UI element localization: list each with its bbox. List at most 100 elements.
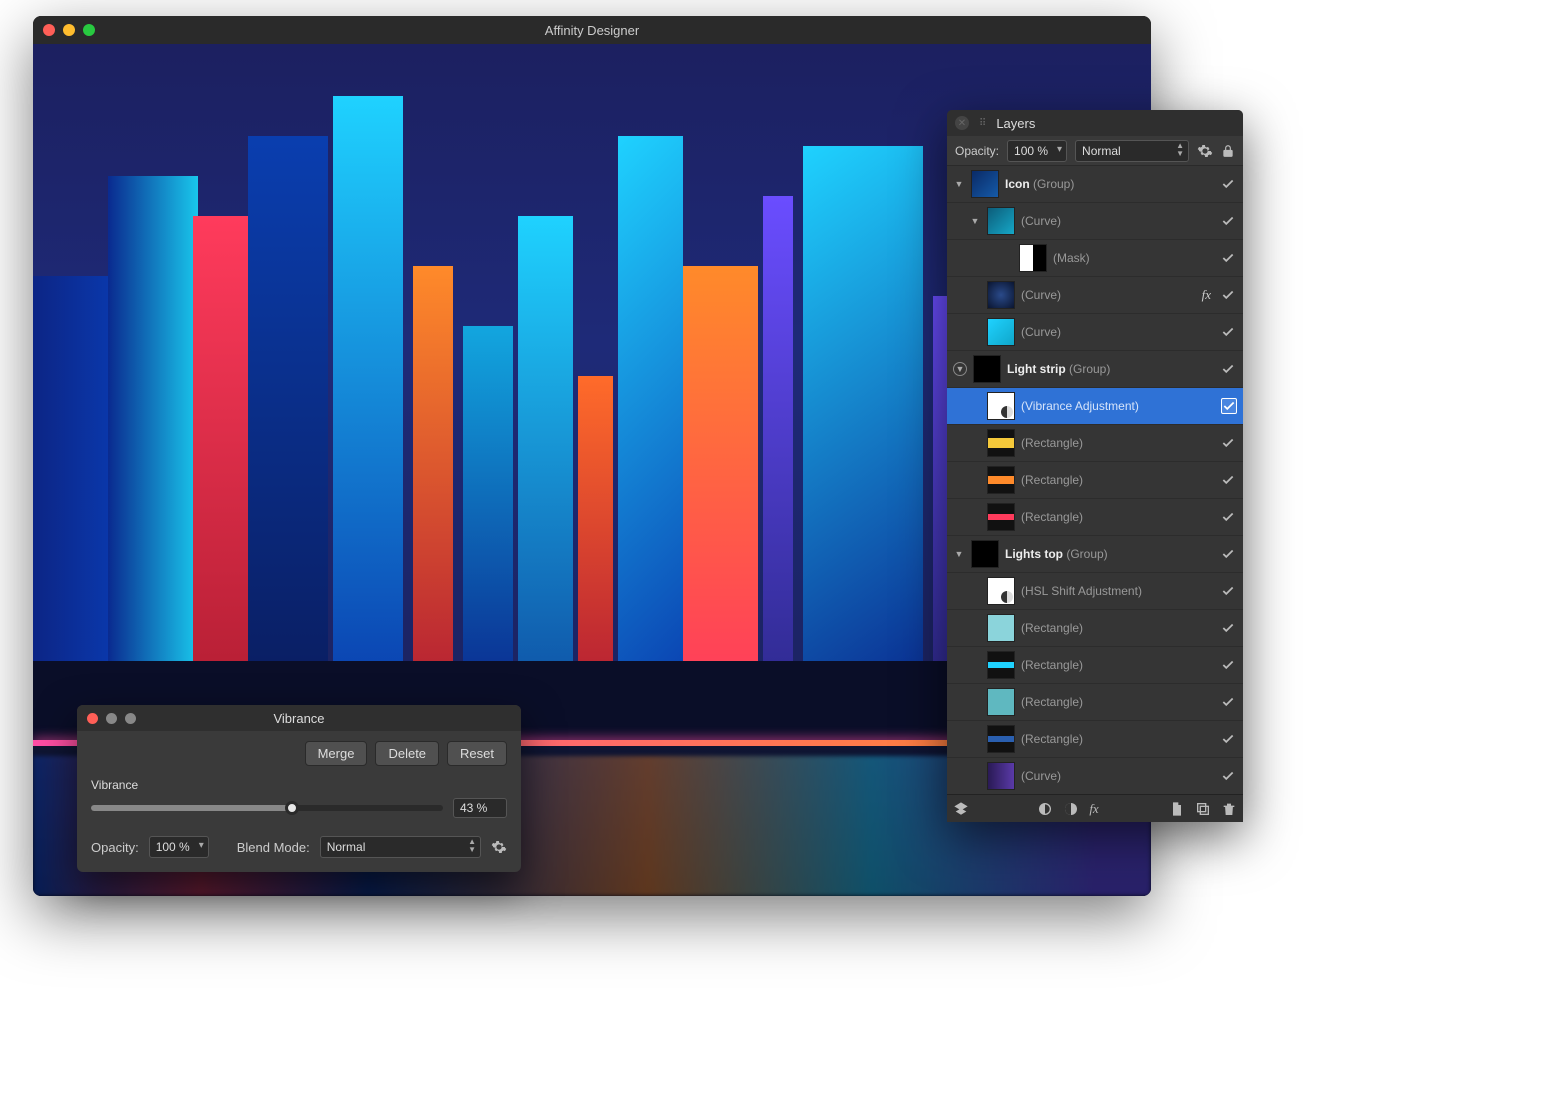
layer-row[interactable]: (Curve) bbox=[947, 758, 1243, 794]
panel-close-button[interactable] bbox=[87, 713, 98, 724]
disclosure-triangle-icon[interactable]: ▼ bbox=[953, 549, 965, 559]
visibility-checkbox[interactable] bbox=[1219, 656, 1237, 674]
layer-row[interactable]: ▼ Light strip (Group) bbox=[947, 351, 1243, 388]
panel-grip-icon[interactable]: ⠿ bbox=[979, 118, 986, 129]
window-minimize-button[interactable] bbox=[63, 24, 75, 36]
layer-row[interactable]: (Rectangle) bbox=[947, 425, 1243, 462]
new-file-icon[interactable] bbox=[1169, 801, 1185, 817]
visibility-checkbox[interactable] bbox=[1219, 767, 1237, 785]
gear-icon[interactable] bbox=[491, 839, 507, 855]
gear-icon[interactable] bbox=[1197, 143, 1213, 159]
layers-icon[interactable] bbox=[953, 801, 969, 817]
trash-icon[interactable] bbox=[1221, 801, 1237, 817]
visibility-checkbox[interactable] bbox=[1219, 508, 1237, 526]
layer-thumbnail[interactable] bbox=[971, 170, 999, 198]
visibility-checkbox[interactable] bbox=[1219, 471, 1237, 489]
layer-thumbnail[interactable] bbox=[987, 688, 1015, 716]
layer-thumbnail[interactable] bbox=[987, 725, 1015, 753]
reset-button[interactable]: Reset bbox=[447, 741, 507, 766]
slider-thumb[interactable] bbox=[285, 801, 299, 815]
layer-row[interactable]: ▼ Lights top (Group) bbox=[947, 536, 1243, 573]
layer-name[interactable]: (Rectangle) bbox=[1021, 510, 1213, 524]
visibility-checkbox[interactable] bbox=[1219, 286, 1237, 304]
layer-row[interactable]: (Curve)fx bbox=[947, 277, 1243, 314]
layer-name[interactable]: (Curve) bbox=[1021, 288, 1196, 302]
vibrance-blendmode-dropdown[interactable]: Normal ▲▼ bbox=[320, 836, 481, 858]
vibrance-panel[interactable]: Vibrance Merge Delete Reset Vibrance 43 … bbox=[77, 705, 521, 872]
layer-name[interactable]: (HSL Shift Adjustment) bbox=[1021, 584, 1213, 598]
layer-name[interactable]: (Rectangle) bbox=[1021, 732, 1213, 746]
layer-row[interactable]: ▼ Icon (Group) bbox=[947, 166, 1243, 203]
layer-row[interactable]: (Vibrance Adjustment) bbox=[947, 388, 1243, 425]
layer-name[interactable]: (Rectangle) bbox=[1021, 436, 1213, 450]
disclosure-triangle-icon[interactable]: ▼ bbox=[969, 216, 981, 226]
layer-thumbnail[interactable] bbox=[971, 540, 999, 568]
visibility-checkbox[interactable] bbox=[1219, 323, 1237, 341]
layer-thumbnail[interactable] bbox=[987, 392, 1015, 420]
layer-thumbnail[interactable] bbox=[987, 762, 1015, 790]
panel-close-icon[interactable]: ✕ bbox=[955, 116, 969, 130]
layer-row[interactable]: (Rectangle) bbox=[947, 721, 1243, 758]
vibrance-panel-header[interactable]: Vibrance bbox=[77, 705, 521, 731]
vibrance-value-field[interactable]: 43 % bbox=[453, 798, 507, 818]
visibility-checkbox[interactable] bbox=[1219, 730, 1237, 748]
layer-row[interactable]: (Curve) bbox=[947, 314, 1243, 351]
layer-thumbnail[interactable] bbox=[987, 429, 1015, 457]
panel-zoom-button[interactable] bbox=[125, 713, 136, 724]
visibility-checkbox[interactable] bbox=[1219, 249, 1237, 267]
layer-thumbnail[interactable] bbox=[987, 466, 1015, 494]
visibility-checkbox[interactable] bbox=[1219, 545, 1237, 563]
layer-name[interactable]: (Mask) bbox=[1053, 251, 1213, 265]
adjustment-icon[interactable] bbox=[1063, 801, 1079, 817]
visibility-checkbox[interactable] bbox=[1219, 434, 1237, 452]
layer-name[interactable]: Icon (Group) bbox=[1005, 177, 1213, 191]
layer-name[interactable]: Lights top (Group) bbox=[1005, 547, 1213, 561]
layers-panel-header[interactable]: ✕ ⠿ Layers bbox=[947, 110, 1243, 136]
layer-row[interactable]: (Rectangle) bbox=[947, 610, 1243, 647]
window-close-button[interactable] bbox=[43, 24, 55, 36]
layer-thumbnail[interactable] bbox=[987, 614, 1015, 642]
layer-thumbnail[interactable] bbox=[987, 318, 1015, 346]
layer-name[interactable]: (Vibrance Adjustment) bbox=[1021, 399, 1215, 413]
layer-row[interactable]: (Rectangle) bbox=[947, 499, 1243, 536]
layer-name[interactable]: (Curve) bbox=[1021, 325, 1213, 339]
merge-button[interactable]: Merge bbox=[305, 741, 368, 766]
visibility-checkbox[interactable] bbox=[1221, 398, 1237, 414]
mask-icon[interactable] bbox=[1037, 801, 1053, 817]
layer-name[interactable]: (Rectangle) bbox=[1021, 473, 1213, 487]
layer-thumbnail[interactable] bbox=[987, 503, 1015, 531]
layer-row[interactable]: (HSL Shift Adjustment) bbox=[947, 573, 1243, 610]
layer-name[interactable]: (Rectangle) bbox=[1021, 621, 1213, 635]
visibility-checkbox[interactable] bbox=[1219, 360, 1237, 378]
layer-name[interactable]: (Rectangle) bbox=[1021, 695, 1213, 709]
disclosure-triangle-icon[interactable]: ▼ bbox=[953, 179, 965, 189]
disclosure-triangle-icon[interactable]: ▼ bbox=[953, 362, 967, 376]
layer-thumbnail[interactable] bbox=[987, 577, 1015, 605]
visibility-checkbox[interactable] bbox=[1219, 693, 1237, 711]
layers-list[interactable]: ▼Icon (Group)▼(Curve)(Mask)(Curve)fx(Cur… bbox=[947, 166, 1243, 794]
layer-thumbnail[interactable] bbox=[1019, 244, 1047, 272]
layer-thumbnail[interactable] bbox=[987, 207, 1015, 235]
titlebar[interactable]: Affinity Designer bbox=[33, 16, 1151, 44]
layer-row[interactable]: (Rectangle) bbox=[947, 684, 1243, 721]
panel-minimize-button[interactable] bbox=[106, 713, 117, 724]
layer-thumbnail[interactable] bbox=[973, 355, 1001, 383]
visibility-checkbox[interactable] bbox=[1219, 175, 1237, 193]
vibrance-opacity-dropdown[interactable]: 100 % bbox=[149, 836, 209, 858]
layers-panel[interactable]: ✕ ⠿ Layers Opacity: 100 % Normal ▲▼ ▼Ico… bbox=[947, 110, 1243, 822]
layer-row[interactable]: (Rectangle) bbox=[947, 647, 1243, 684]
layer-thumbnail[interactable] bbox=[987, 281, 1015, 309]
fx-icon[interactable]: fx bbox=[1089, 801, 1098, 817]
duplicate-icon[interactable] bbox=[1195, 801, 1211, 817]
layer-row[interactable]: (Mask) bbox=[947, 240, 1243, 277]
layers-blendmode-dropdown[interactable]: Normal ▲▼ bbox=[1075, 140, 1189, 162]
visibility-checkbox[interactable] bbox=[1219, 212, 1237, 230]
layer-name[interactable]: (Curve) bbox=[1021, 214, 1213, 228]
layer-thumbnail[interactable] bbox=[987, 651, 1015, 679]
visibility-checkbox[interactable] bbox=[1219, 582, 1237, 600]
delete-button[interactable]: Delete bbox=[375, 741, 439, 766]
visibility-checkbox[interactable] bbox=[1219, 619, 1237, 637]
vibrance-slider[interactable] bbox=[91, 805, 443, 811]
layer-name[interactable]: Light strip (Group) bbox=[1007, 362, 1213, 376]
window-zoom-button[interactable] bbox=[83, 24, 95, 36]
